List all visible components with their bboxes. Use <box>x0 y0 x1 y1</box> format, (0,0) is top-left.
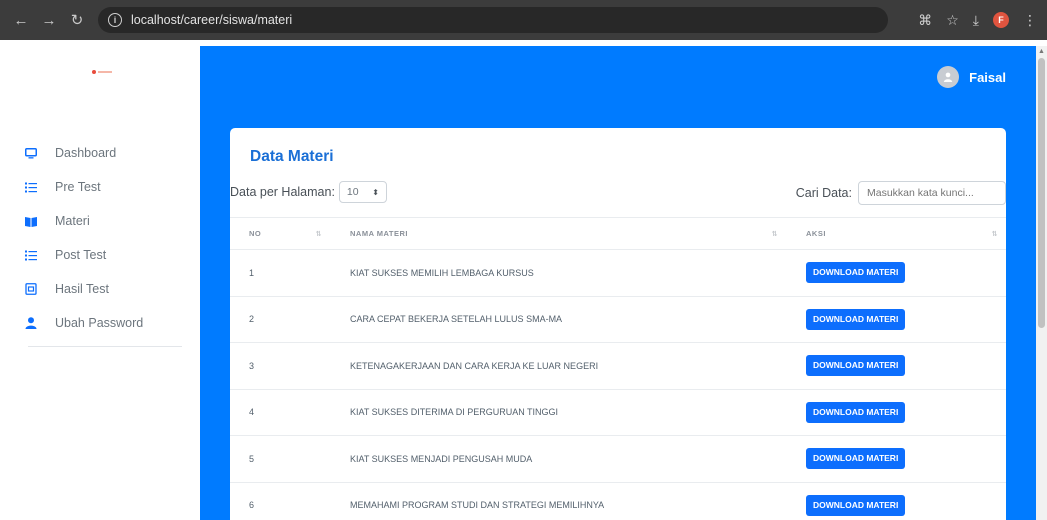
back-button[interactable]: ← <box>10 9 32 31</box>
sort-icon: ⇅ <box>315 231 322 238</box>
page-scrollbar[interactable]: ▲ <box>1036 46 1047 520</box>
sidebar-item-hasil-test[interactable]: Hasil Test <box>25 272 185 306</box>
sidebar-item-label: Pre Test <box>55 180 101 194</box>
column-header-aksi[interactable]: AKSI ⇅ <box>786 217 1006 250</box>
search-control: Cari Data: <box>796 181 1006 205</box>
download-materi-button[interactable]: DOWNLOAD MATERI <box>806 494 906 516</box>
cell-no: 3 <box>230 342 330 390</box>
cell-nama-materi: MEMAHAMI PROGRAM STUDI DAN STRATEGI MEMI… <box>330 482 786 520</box>
sort-icon: ⇅ <box>991 231 998 238</box>
table-row: 3 KETENAGAKERJAAN DAN CARA KERJA KE LUAR… <box>230 342 1006 390</box>
cell-nama-materi: CARA CEPAT BEKERJA SETELAH LULUS SMA-MA <box>330 296 786 343</box>
sidebar: Dashboard Pre Test Materi Post Test Hasi… <box>0 46 200 520</box>
forward-button[interactable]: → <box>38 9 60 31</box>
download-materi-button[interactable]: DOWNLOAD MATERI <box>806 448 906 470</box>
sidebar-item-post-test[interactable]: Post Test <box>25 238 185 272</box>
sidebar-item-pre-test[interactable]: Pre Test <box>25 170 185 204</box>
table-row: 5 KIAT SUKSES MENJADI PENGUSAH MUDA DOWN… <box>230 435 1006 483</box>
per-page-select[interactable]: 10 ⬍ <box>338 181 387 203</box>
list-icon <box>25 249 37 261</box>
sidebar-item-label: Post Test <box>55 248 107 262</box>
scroll-up-arrow-icon[interactable]: ▲ <box>1038 48 1045 55</box>
download-materi-button[interactable]: DOWNLOAD MATERI <box>806 262 906 284</box>
sidebar-item-ubah-password[interactable]: Ubah Password <box>25 306 185 340</box>
table-row: 4 KIAT SUKSES DITERIMA DI PERGURUAN TING… <box>230 389 1006 436</box>
sidebar-menu: Dashboard Pre Test Materi Post Test Hasi… <box>25 136 185 340</box>
user-name: Faisal <box>969 69 1006 85</box>
profile-avatar-icon[interactable]: F <box>993 12 1009 28</box>
translate-icon[interactable]: ⌘ <box>918 12 932 29</box>
download-icon[interactable]: ⤓ <box>973 12 979 29</box>
user-menu[interactable]: Faisal <box>937 66 1006 88</box>
table-row: 6 MEMAHAMI PROGRAM STUDI DAN STRATEGI ME… <box>230 482 1006 520</box>
site-info-icon[interactable]: i <box>108 13 122 27</box>
table-row: 1 KIAT SUKSES MEMILIH LEMBAGA KURSUS DOW… <box>230 249 1006 297</box>
avatar <box>937 66 960 88</box>
cell-no: 4 <box>230 389 330 436</box>
cell-no: 1 <box>230 249 330 297</box>
sidebar-item-dashboard[interactable]: Dashboard <box>25 136 185 170</box>
page-title: Data Materi <box>250 148 334 165</box>
materi-card: Data Materi Data per Halaman: 10 ⬍ Cari … <box>230 128 1006 520</box>
per-page-control: Data per Halaman: 10 ⬍ <box>230 181 387 203</box>
cell-no: 6 <box>230 482 330 520</box>
search-label: Cari Data: <box>795 186 852 200</box>
download-materi-button[interactable]: DOWNLOAD MATERI <box>806 308 906 330</box>
sidebar-divider <box>28 346 182 347</box>
result-icon <box>25 283 37 295</box>
address-bar[interactable]: i localhost/career/siswa/materi <box>98 7 888 33</box>
user-icon <box>943 72 953 82</box>
browser-menu-icon[interactable]: ⋮ <box>1023 12 1037 29</box>
sidebar-item-label: Dashboard <box>55 146 117 160</box>
cell-nama-materi: KIAT SUKSES DITERIMA DI PERGURUAN TINGGI <box>330 389 786 436</box>
book-icon <box>25 215 37 227</box>
cell-nama-materi: KIAT SUKSES MENJADI PENGUSAH MUDA <box>330 435 786 483</box>
select-arrows-icon: ⬍ <box>372 187 379 197</box>
monitor-icon <box>25 147 37 159</box>
cell-nama-materi: KETENAGAKERJAAN DAN CARA KERJA KE LUAR N… <box>330 342 786 390</box>
per-page-value: 10 <box>346 186 359 198</box>
url-text: localhost/career/siswa/materi <box>131 13 293 27</box>
sort-icon: ⇅ <box>771 231 778 238</box>
cell-no: 2 <box>230 296 330 343</box>
column-header-no[interactable]: NO ⇅ <box>230 217 330 250</box>
scrollbar-thumb[interactable] <box>1038 58 1045 328</box>
list-icon <box>25 181 37 193</box>
column-header-nama-materi[interactable]: NAMA MATERI ⇅ <box>330 217 786 250</box>
sidebar-item-materi[interactable]: Materi <box>25 204 185 238</box>
table-row: 2 CARA CEPAT BEKERJA SETELAH LULUS SMA-M… <box>230 296 1006 343</box>
cell-no: 5 <box>230 435 330 483</box>
sidebar-item-label: Materi <box>55 214 90 228</box>
search-input[interactable] <box>858 181 1006 205</box>
download-materi-button[interactable]: DOWNLOAD MATERI <box>806 401 906 423</box>
table-header-row: NO ⇅ NAMA MATERI ⇅ AKSI ⇅ <box>230 217 1006 250</box>
per-page-label: Data per Halaman: <box>230 185 335 199</box>
reload-button[interactable]: ↻ <box>66 9 88 31</box>
browser-toolbar: ← → ↻ i localhost/career/siswa/materi ⌘ … <box>0 0 1047 40</box>
sidebar-item-label: Hasil Test <box>55 282 109 296</box>
app-logo[interactable] <box>92 70 114 76</box>
download-materi-button[interactable]: DOWNLOAD MATERI <box>806 355 906 377</box>
bookmark-star-icon[interactable]: ☆ <box>946 12 959 29</box>
sidebar-item-label: Ubah Password <box>55 316 144 330</box>
cell-nama-materi: KIAT SUKSES MEMILIH LEMBAGA KURSUS <box>330 249 786 297</box>
user-icon <box>25 317 37 329</box>
materi-table: NO ⇅ NAMA MATERI ⇅ AKSI ⇅ 1 KIAT SUKSES … <box>230 217 1006 520</box>
